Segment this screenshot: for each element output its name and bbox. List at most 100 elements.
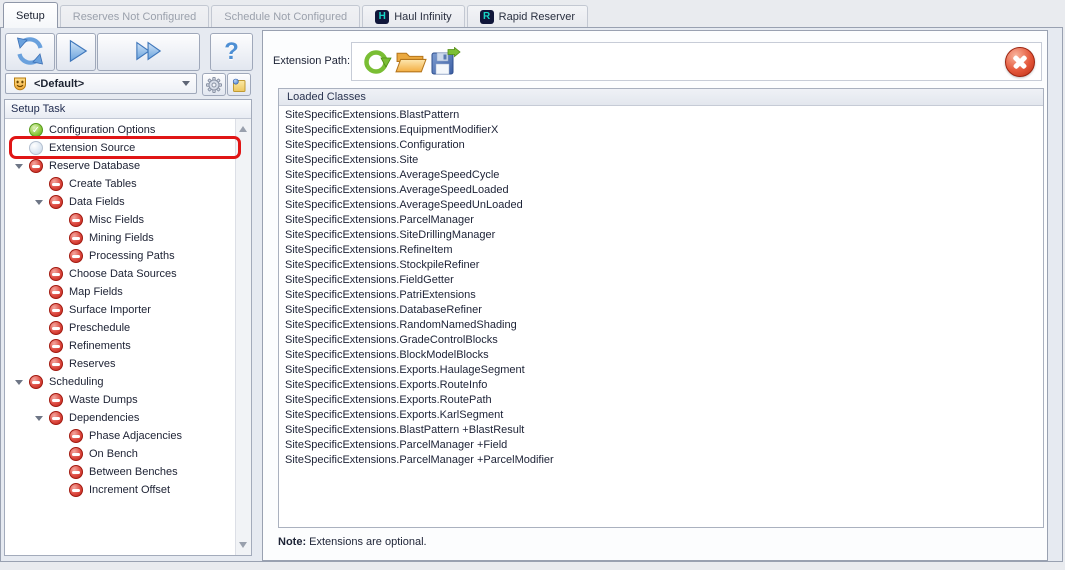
- help-button[interactable]: ?: [210, 33, 253, 71]
- tree-item[interactable]: Mining Fields: [5, 229, 236, 247]
- tab-label: Reserves Not Configured: [72, 10, 197, 23]
- scroll-down-icon[interactable]: [239, 542, 247, 548]
- tree-item-label: Map Fields: [69, 286, 123, 298]
- status-icon: [29, 159, 43, 173]
- tree-item[interactable]: Create Tables: [5, 175, 236, 193]
- gear-icon: [206, 76, 222, 93]
- tab-reserves[interactable]: Reserves Not Configured: [59, 5, 210, 27]
- refresh-button[interactable]: [5, 33, 55, 71]
- status-icon: [69, 213, 83, 227]
- class-list-item[interactable]: SiteSpecificExtensions.Site: [279, 153, 1043, 168]
- tree-item[interactable]: Misc Fields: [5, 211, 236, 229]
- tree-item[interactable]: Between Benches: [5, 463, 236, 481]
- class-list-item[interactable]: SiteSpecificExtensions.PatriExtensions: [279, 288, 1043, 303]
- open-folder-button[interactable]: [394, 46, 428, 78]
- class-list-item[interactable]: SiteSpecificExtensions.ParcelManager: [279, 213, 1043, 228]
- scenario-value: <Default>: [34, 77, 85, 90]
- class-list-item[interactable]: SiteSpecificExtensions.RefineItem: [279, 243, 1043, 258]
- notes-button[interactable]: [227, 73, 251, 96]
- tree-item-label: Reserves: [69, 358, 116, 370]
- scroll-up-icon[interactable]: [239, 126, 247, 132]
- tree-item[interactable]: Refinements: [5, 337, 236, 355]
- class-list-item[interactable]: SiteSpecificExtensions.AverageSpeedCycle: [279, 168, 1043, 183]
- tab-schedule[interactable]: Schedule Not Configured: [211, 5, 361, 27]
- status-icon: [69, 465, 83, 479]
- class-name: SiteSpecificExtensions.DatabaseRefiner: [285, 304, 482, 316]
- tab-rapid-reserver[interactable]: R Rapid Reserver: [466, 5, 589, 27]
- run-all-button[interactable]: [97, 33, 200, 71]
- class-list-item[interactable]: SiteSpecificExtensions.AverageSpeedUnLoa…: [279, 198, 1043, 213]
- class-list-item[interactable]: SiteSpecificExtensions.GradeControlBlock…: [279, 333, 1043, 348]
- tree-item-label: Processing Paths: [89, 250, 175, 262]
- tree-item-label: Scheduling: [49, 376, 104, 388]
- tree-item[interactable]: Waste Dumps: [5, 391, 236, 409]
- class-list-item[interactable]: SiteSpecificExtensions.DatabaseRefiner: [279, 303, 1043, 318]
- tree-item-label: Increment Offset: [89, 484, 171, 496]
- class-list-item[interactable]: SiteSpecificExtensions.BlastPattern: [279, 108, 1043, 123]
- settings-button[interactable]: [202, 73, 226, 96]
- tree-item[interactable]: Choose Data Sources: [5, 265, 236, 283]
- scenario-selector[interactable]: <Default>: [5, 73, 197, 94]
- tab-product-icon: R: [479, 9, 494, 24]
- expander-icon[interactable]: [15, 164, 29, 169]
- tree-item[interactable]: Extension Source: [5, 139, 236, 157]
- tree-item[interactable]: Surface Importer: [5, 301, 236, 319]
- expander-icon[interactable]: [35, 416, 49, 421]
- class-list-item[interactable]: SiteSpecificExtensions.RandomNamedShadin…: [279, 318, 1043, 333]
- tree-item[interactable]: Phase Adjacencies: [5, 427, 236, 445]
- class-list-item[interactable]: SiteSpecificExtensions.Exports.HaulageSe…: [279, 363, 1043, 378]
- tree-item[interactable]: Reserve Database: [5, 157, 236, 175]
- tree-item[interactable]: Dependencies: [5, 409, 236, 427]
- tree-item[interactable]: Scheduling: [5, 373, 236, 391]
- class-list-item[interactable]: SiteSpecificExtensions.Exports.RouteInfo: [279, 378, 1043, 393]
- class-name: SiteSpecificExtensions.FieldGetter: [285, 274, 454, 286]
- class-list-item[interactable]: SiteSpecificExtensions.AverageSpeedLoade…: [279, 183, 1043, 198]
- class-list-item[interactable]: SiteSpecificExtensions.Exports.RoutePath: [279, 393, 1043, 408]
- reload-extensions-button[interactable]: [360, 46, 394, 78]
- tree-item[interactable]: On Bench: [5, 445, 236, 463]
- tree-item-label: Mining Fields: [89, 232, 154, 244]
- tree-item-label: Reserve Database: [49, 160, 141, 172]
- status-icon: [49, 411, 63, 425]
- class-name: SiteSpecificExtensions.Configuration: [285, 139, 465, 151]
- setup-task-tree: Configuration Options Extension Source R…: [5, 121, 236, 499]
- tree-item[interactable]: Reserves: [5, 355, 236, 373]
- status-icon: [29, 141, 43, 155]
- close-icon[interactable]: [1005, 47, 1035, 77]
- class-list-item[interactable]: SiteSpecificExtensions.Configuration: [279, 138, 1043, 153]
- tree-item[interactable]: Increment Offset: [5, 481, 236, 499]
- class-list-item[interactable]: SiteSpecificExtensions.ParcelManager +Pa…: [279, 453, 1043, 468]
- class-list-item[interactable]: SiteSpecificExtensions.BlockModelBlocks: [279, 348, 1043, 363]
- loaded-classes-group: Loaded Classes SiteSpecificExtensions.Bl…: [278, 88, 1044, 528]
- extension-path-toolbar: [351, 42, 1042, 81]
- class-name: SiteSpecificExtensions.GradeControlBlock…: [285, 334, 498, 346]
- status-icon: [69, 447, 83, 461]
- class-list-item[interactable]: SiteSpecificExtensions.BlastPattern +Bla…: [279, 423, 1043, 438]
- class-name: SiteSpecificExtensions.AverageSpeedCycle: [285, 169, 500, 181]
- tree-item[interactable]: Processing Paths: [5, 247, 236, 265]
- class-list-item[interactable]: SiteSpecificExtensions.EquipmentModifier…: [279, 123, 1043, 138]
- note-text: Note: Extensions are optional.: [278, 536, 427, 548]
- tree-item[interactable]: Map Fields: [5, 283, 236, 301]
- tree-item[interactable]: Data Fields: [5, 193, 236, 211]
- tree-item[interactable]: Preschedule: [5, 319, 236, 337]
- class-name: SiteSpecificExtensions.Exports.KarlSegme…: [285, 409, 504, 421]
- tree-scrollbar[interactable]: [235, 119, 251, 555]
- tree-item-label: Refinements: [69, 340, 131, 352]
- class-list-item[interactable]: SiteSpecificExtensions.SiteDrillingManag…: [279, 228, 1043, 243]
- tree-item-label: Misc Fields: [89, 214, 145, 226]
- help-icon: ?: [224, 38, 239, 65]
- class-list-item[interactable]: SiteSpecificExtensions.StockpileRefiner: [279, 258, 1043, 273]
- class-list-item[interactable]: SiteSpecificExtensions.Exports.KarlSegme…: [279, 408, 1043, 423]
- expander-icon[interactable]: [15, 380, 29, 385]
- tab-haul-infinity[interactable]: H Haul Infinity: [362, 5, 465, 27]
- save-path-button[interactable]: [428, 46, 462, 78]
- class-list-item[interactable]: SiteSpecificExtensions.ParcelManager +Fi…: [279, 438, 1043, 453]
- run-button[interactable]: [56, 33, 96, 71]
- tab-setup[interactable]: Setup: [3, 2, 58, 28]
- tab-label: Setup: [16, 9, 45, 22]
- class-list-item[interactable]: SiteSpecificExtensions.FieldGetter: [279, 273, 1043, 288]
- tree-item[interactable]: Configuration Options: [5, 121, 236, 139]
- expander-icon[interactable]: [35, 200, 49, 205]
- tree-item-label: Create Tables: [69, 178, 137, 190]
